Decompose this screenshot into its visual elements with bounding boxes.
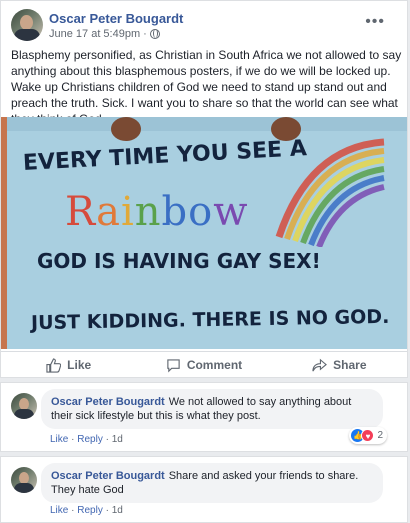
comment: Oscar Peter Bougardt Share and asked your… <box>0 456 408 523</box>
comment-bubble: Oscar Peter Bougardt Share and asked your… <box>41 463 383 503</box>
avatar-face <box>20 15 33 30</box>
avatar-body <box>14 29 40 41</box>
comment-actions: Like · Reply · 1d <box>50 505 123 516</box>
hand-right <box>271 117 301 141</box>
avatar-body <box>14 409 34 419</box>
comment-avatar[interactable] <box>11 467 37 493</box>
comment-time[interactable]: 1d <box>112 505 123 516</box>
reaction-badge[interactable]: 👍 ♥ 2 <box>349 427 387 444</box>
post-header: Oscar Peter Bougardt June 17 at 5:49pm ·… <box>11 9 391 45</box>
post-text: Blasphemy personified, as Christian in S… <box>11 48 402 126</box>
author-avatar[interactable] <box>11 9 43 41</box>
like-button[interactable]: Like <box>1 357 136 373</box>
like-label: Like <box>67 358 92 372</box>
comment-reply-link[interactable]: Reply <box>77 505 103 516</box>
comment: Oscar Peter Bougardt We not allowed to sa… <box>0 382 408 452</box>
poster-rainbow-word: Rainbow <box>65 189 249 235</box>
share-label: Share <box>333 358 367 372</box>
comment-reply-link[interactable]: Reply <box>77 434 103 445</box>
comment-author-name[interactable]: Oscar Peter Bougardt <box>51 470 165 482</box>
rainbow-drawing <box>275 138 385 247</box>
share-button[interactable]: Share <box>272 358 407 373</box>
comment-actions: Like · Reply · 1d <box>50 434 123 445</box>
share-icon <box>312 358 328 371</box>
poster-line-4: JUST KIDDING. THERE IS NO GOD. <box>30 305 390 335</box>
post-card: Oscar Peter Bougardt June 17 at 5:49pm ·… <box>0 0 408 378</box>
post-author-name[interactable]: Oscar Peter Bougardt <box>49 11 183 26</box>
more-options-icon[interactable]: ••• <box>365 13 385 31</box>
comment-author-name[interactable]: Oscar Peter Bougardt <box>51 396 165 408</box>
meta-separator: · <box>143 28 147 40</box>
thumbs-up-icon <box>46 357 62 373</box>
rainbow-letter: i <box>120 189 135 235</box>
poster-background-edge <box>1 117 7 349</box>
poster-line-1: EVERY TIME YOU SEE A <box>22 136 308 176</box>
hand-left <box>111 117 141 141</box>
rainbow-letter: o <box>188 189 214 235</box>
rainbow-letter: n <box>134 189 162 235</box>
love-reaction-icon: ♥ <box>361 429 375 442</box>
globe-icon[interactable] <box>149 29 160 39</box>
avatar-body <box>14 483 34 493</box>
comment-like-link[interactable]: Like <box>50 505 68 516</box>
post-timestamp[interactable]: June 17 at 5:49pm <box>49 28 140 40</box>
post-meta: June 17 at 5:49pm · <box>49 28 160 40</box>
rainbow-letter: b <box>161 189 189 235</box>
reaction-count: 2 <box>377 430 383 441</box>
rainbow-letter: R <box>65 189 97 235</box>
poster-sign: EVERY TIME YOU SEE A Rainbow GOD IS HAVI… <box>1 131 407 349</box>
post-actions-bar: Like Comment Share <box>1 351 407 378</box>
comment-bubble: Oscar Peter Bougardt We not allowed to sa… <box>41 389 383 429</box>
comment-icon <box>167 358 180 372</box>
comment-time[interactable]: 1d <box>112 434 123 445</box>
comment-button[interactable]: Comment <box>136 358 271 373</box>
rainbow-letter: w <box>213 189 249 235</box>
post-image[interactable]: EVERY TIME YOU SEE A Rainbow GOD IS HAVI… <box>1 117 407 349</box>
comment-like-link[interactable]: Like <box>50 434 68 445</box>
rainbow-letter: a <box>96 189 121 235</box>
comment-avatar[interactable] <box>11 393 37 419</box>
poster-line-3: GOD IS HAVING GAY SEX! <box>37 249 321 273</box>
comment-label: Comment <box>186 358 243 372</box>
